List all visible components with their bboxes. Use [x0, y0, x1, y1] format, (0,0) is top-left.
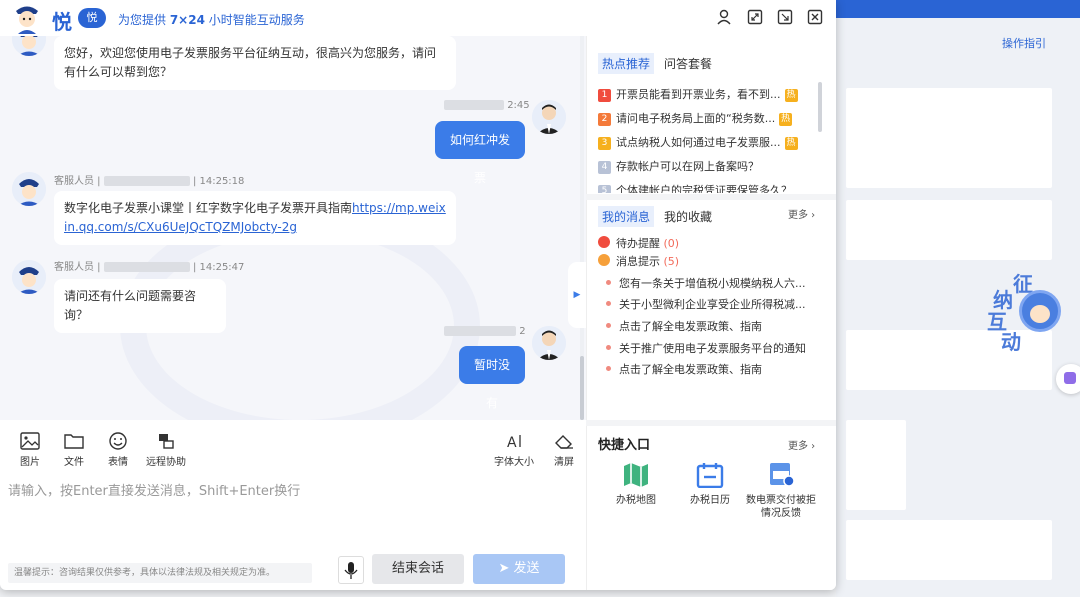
- user-icon[interactable]: [716, 9, 732, 25]
- message-notice[interactable]: 消息提示 (5): [598, 253, 679, 269]
- tab-hot-recommend[interactable]: 热点推荐: [598, 53, 655, 74]
- hot-list-scrollbar[interactable]: [818, 82, 822, 132]
- font-size-icon: A: [507, 435, 521, 450]
- agent-avatar: [12, 260, 46, 294]
- background-card: [846, 520, 1052, 580]
- message-input[interactable]: 请输入，按Enter直接发送消息，Shift+Enter换行: [8, 480, 300, 499]
- folder-icon: [64, 434, 84, 449]
- chat-scrollbar-thumb[interactable]: [580, 356, 584, 420]
- emoji-button[interactable]: 表情: [108, 432, 128, 468]
- disclaimer-tip: 温馨提示：咨询结果仅供参考，具体以法律法规及相关规定为准。: [8, 563, 312, 583]
- side-chat-icon[interactable]: [1056, 364, 1080, 394]
- message-meta: 2:45: [444, 100, 530, 111]
- user-message-bubble: 如何红冲发票: [435, 121, 525, 185]
- remote-assist-label: 远程协助: [146, 457, 186, 468]
- messages-more-link[interactable]: 更多 ›: [788, 206, 815, 221]
- hot-question-item[interactable]: 5 个体建帐户的完税凭证要保管多久？: [598, 182, 792, 193]
- send-arrow-icon: ➤: [498, 561, 510, 576]
- agent-message-bubble: 请问还有什么问题需要咨询？: [54, 279, 226, 333]
- map-icon: [624, 463, 648, 487]
- background-card: [846, 88, 1052, 188]
- agent-message-bubble: 您好，欢迎您使用电子发票服务平台征纳互动，很高兴为您服务，请问有什么可以帮到您？: [54, 36, 456, 90]
- bulb-icon: [598, 254, 610, 266]
- send-button[interactable]: ➤ 发送: [473, 554, 565, 584]
- redacted-name: [444, 326, 516, 336]
- remote-assist-button[interactable]: 远程协助: [146, 432, 186, 468]
- chat-toolbar: 图片 文件 表情 远程协助 A 字体大小 清屏: [0, 420, 586, 470]
- voice-input-button[interactable]: [338, 556, 364, 584]
- emoji-label: 表情: [108, 457, 128, 468]
- notice-item[interactable]: 关于推广使用电子发票服务平台的通知: [606, 340, 806, 356]
- logo-text: 悦: [52, 10, 72, 34]
- user-message-bubble: 暂时没有: [459, 346, 525, 410]
- user-avatar: [532, 326, 566, 360]
- alarm-icon: [598, 236, 610, 248]
- hot-question-item[interactable]: 4 存款帐户可以在网上备案吗？: [598, 158, 759, 174]
- chat-scrollbar[interactable]: [580, 36, 584, 420]
- logo-badge: 悦: [78, 8, 106, 28]
- quick-entry-more-link[interactable]: 更多 ›: [788, 437, 815, 452]
- end-session-button[interactable]: 结束会话: [372, 554, 464, 584]
- close-icon[interactable]: [807, 9, 823, 25]
- tab-my-favorites[interactable]: 我的收藏: [660, 206, 716, 227]
- invoice-feedback-icon: [770, 463, 795, 487]
- svg-text:A: A: [507, 435, 517, 450]
- microphone-icon: [344, 562, 358, 579]
- user-avatar: [532, 100, 566, 134]
- tab-my-messages[interactable]: 我的消息: [598, 206, 655, 227]
- panel-divider: [586, 420, 836, 426]
- chat-message-area[interactable]: 您好，欢迎您使用电子发票服务平台征纳互动，很高兴为您服务，请问有什么可以帮到您？…: [0, 36, 586, 420]
- notice-item[interactable]: 关于小型微利企业享受企业所得税减...: [606, 296, 806, 312]
- file-button[interactable]: 文件: [64, 432, 84, 468]
- hot-question-item[interactable]: 1 开票员能看到开票业务，看不到... 热: [598, 86, 798, 102]
- panel-divider: [586, 194, 836, 200]
- quick-entry-title: 快捷入口: [598, 438, 651, 453]
- header-slogan: 为您提供 7×24 小时智能互动服务: [118, 13, 305, 27]
- hot-question-item[interactable]: 3 试点纳税人如何通过电子发票服... 热: [598, 134, 798, 150]
- tab-qa-package[interactable]: 问答套餐: [660, 53, 716, 74]
- file-label: 文件: [64, 457, 84, 468]
- clear-screen-label: 清屏: [554, 457, 574, 468]
- officer-avatar-icon: [16, 6, 38, 34]
- chat-dialog: 悦 悦 为您提供 7×24 小时智能互动服务 您好，欢迎您使用电子发票服务平台征…: [0, 0, 836, 590]
- e-invoice-feedback-entry[interactable]: 数电票交付被拒情况反馈: [744, 462, 818, 520]
- background-card: [846, 200, 1052, 260]
- mascot-avatar: [1019, 290, 1061, 332]
- clear-screen-button[interactable]: 清屏: [554, 432, 574, 468]
- agent-avatar: [12, 36, 46, 56]
- message-meta: 客服人员 | | 14:25:47: [54, 262, 245, 273]
- smiley-icon: [109, 432, 127, 450]
- side-mascot-widget[interactable]: 征 纳 互 动: [985, 268, 1077, 358]
- image-label: 图片: [20, 457, 40, 468]
- background-card: [846, 420, 906, 510]
- remote-desktop-icon: [159, 434, 174, 449]
- collapse-panel-arrow-icon[interactable]: ▶: [568, 262, 586, 328]
- pending-reminder[interactable]: 待办提醒 (0): [598, 235, 679, 251]
- notice-item[interactable]: 点击了解全电发票政策、指南: [606, 318, 762, 334]
- notice-item[interactable]: 您有一条关于增值税小规模纳税人六...: [606, 275, 806, 291]
- operation-guide-link[interactable]: 操作指引: [1002, 35, 1046, 51]
- exit-window-icon[interactable]: [777, 9, 793, 25]
- dialog-header: 悦 悦 为您提供 7×24 小时智能互动服务: [0, 0, 836, 36]
- message-meta: 2: [444, 326, 526, 337]
- font-size-label: 字体大小: [494, 457, 534, 468]
- hot-question-item[interactable]: 2 请问电子税务局上面的“税务数... 热: [598, 110, 793, 126]
- image-button[interactable]: 图片: [20, 432, 40, 468]
- fullscreen-icon[interactable]: [747, 9, 763, 25]
- agent-message-bubble: 数字化电子发票小课堂丨红字数字化电子发票开具指南https://mp.weixi…: [54, 191, 456, 245]
- calendar-icon: [696, 463, 724, 488]
- eraser-icon: [555, 435, 573, 449]
- redacted-name: [103, 262, 190, 272]
- mascot-char: 动: [1001, 330, 1021, 354]
- image-icon: [20, 432, 40, 450]
- redacted-name: [444, 100, 504, 110]
- tax-map-entry[interactable]: 办税地图: [606, 462, 666, 507]
- tax-calendar-entry[interactable]: 办税日历: [680, 462, 740, 507]
- message-meta: 客服人员 | | 14:25:18: [54, 176, 245, 187]
- agent-avatar: [12, 172, 46, 206]
- redacted-name: [103, 176, 190, 186]
- notice-item[interactable]: 点击了解全电发票政策、指南: [606, 361, 762, 377]
- font-size-button[interactable]: A 字体大小: [494, 432, 534, 468]
